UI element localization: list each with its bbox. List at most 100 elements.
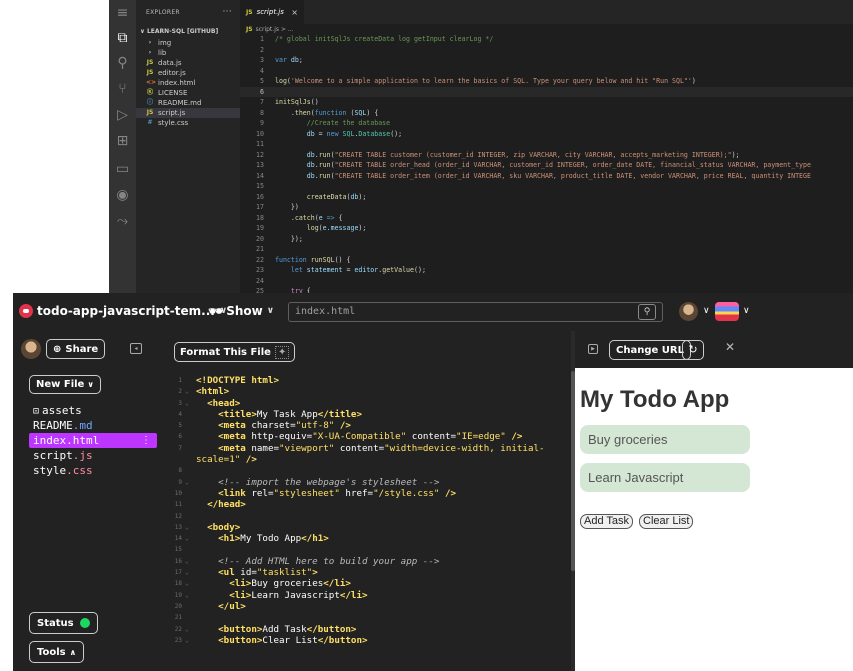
code-line[interactable]: 4 [240, 66, 853, 77]
code-line[interactable]: 23 ⌄ <button>Clear List</button> [166, 635, 566, 646]
code-line[interactable]: 9 ⌄ <!-- import the webpage's stylesheet … [166, 477, 566, 488]
collapse-sidebar-icon[interactable]: ◂ [130, 343, 142, 354]
explorer-file[interactable]: JS script.js [136, 108, 240, 118]
code-line[interactable]: 1 <!DOCTYPE html> [166, 375, 566, 386]
project-menu[interactable]: todo-app-javascript-tem... ∨ [19, 304, 227, 318]
search-icon[interactable]: ⚲ [113, 54, 132, 73]
remote-explorer-icon[interactable]: ▭ [113, 160, 132, 179]
fold-chevron-icon[interactable]: ⌄ [185, 386, 189, 397]
glitch-logo-icon[interactable] [715, 302, 739, 321]
clear-list-button[interactable]: Clear List [639, 514, 694, 529]
code-line[interactable]: 16 createData(db); [240, 192, 853, 203]
explorer-file[interactable]: JS data.js [136, 58, 240, 68]
code-line[interactable]: 24 [240, 276, 853, 287]
code-line[interactable]: 18 ⌄ <li>Buy groceries</li> [166, 578, 566, 589]
code-line[interactable]: 20 }); [240, 234, 853, 245]
code-line[interactable]: 22 ⌄ <button>Add Task</button> [166, 624, 566, 635]
fold-chevron-icon[interactable]: ⌄ [185, 624, 189, 635]
share-button[interactable]: ⊕ Share [46, 339, 106, 359]
close-icon[interactable]: × [291, 8, 298, 17]
sidebar-file-item[interactable]: script.js [29, 448, 157, 463]
code-line[interactable]: 16 ⌄ <!-- Add HTML here to build your app… [166, 556, 566, 567]
code-line[interactable]: 3 ⌄ <head> [166, 398, 566, 409]
explorer-file[interactable]: <> index.html [136, 78, 240, 88]
code-line[interactable]: 19 ⌄ <li>Learn Javascript</li> [166, 590, 566, 601]
code-line[interactable]: 11 [240, 139, 853, 150]
code-line[interactable]: 6 [240, 86, 853, 97]
explorer-file[interactable]: › img [136, 38, 240, 48]
explorer-file[interactable]: ⓘ README.md [136, 98, 240, 108]
chevron-down-icon[interactable]: ∨ [703, 306, 710, 316]
code-line[interactable]: 13 ⌄ <body> [166, 522, 566, 533]
close-icon[interactable]: ✕ [725, 340, 735, 354]
code-line[interactable]: 7 initSqlJs() [240, 97, 853, 108]
change-url-button[interactable]: Change URL [609, 340, 691, 360]
github-icon[interactable]: ◉ [113, 186, 132, 205]
code-editor[interactable]: 1 <!DOCTYPE html> 2 ⌄ <html> 3 ⌄ <head> 4 <titl… [166, 375, 566, 671]
sidebar-file-item[interactable]: README.md [29, 418, 157, 433]
sidebar-file-item[interactable]: ⊡ assets [29, 403, 157, 418]
fold-chevron-icon[interactable]: ⌄ [185, 398, 189, 409]
tab-script-js[interactable]: JS script.js × [240, 0, 304, 24]
code-editor[interactable]: 1 /* global initSqlJs createData log getI… [240, 34, 853, 297]
code-line[interactable]: 5 log('Welcome to a simple application to… [240, 76, 853, 87]
code-line[interactable]: 23 let statement = editor.getValue(); [240, 265, 853, 276]
user-avatar[interactable] [679, 302, 698, 321]
code-line[interactable]: 21 [240, 244, 853, 255]
code-line[interactable]: 17 ⌄ <ul id="tasklist"> [166, 567, 566, 578]
show-menu[interactable]: 🕶 Show ∨ [208, 304, 274, 318]
code-line[interactable]: 19 log(e.message); [240, 223, 853, 234]
refresh-icon[interactable]: ↻ [682, 340, 704, 360]
code-line[interactable]: 15 [166, 544, 566, 555]
add-task-button[interactable]: Add Task [580, 514, 634, 529]
code-line[interactable]: 8 [166, 465, 566, 476]
code-line[interactable]: 9 //Create the database [240, 118, 853, 129]
preview-pane-icon[interactable]: ▶ [588, 344, 598, 354]
code-line[interactable]: 14 db.run("CREATE TABLE order_item (orde… [240, 171, 853, 182]
code-line[interactable]: 6 <meta http-equiv="X-UA-Compatible" con… [166, 431, 566, 442]
fold-chevron-icon[interactable]: ⌄ [185, 590, 189, 601]
code-line[interactable]: 20 </ul> [166, 601, 566, 612]
fold-chevron-icon[interactable]: ⌄ [185, 477, 189, 488]
file-search-input[interactable]: index.html [288, 302, 663, 322]
explorer-file[interactable]: Ⓚ LICENSE [136, 88, 240, 98]
fold-chevron-icon[interactable]: ⌄ [185, 567, 189, 578]
live-share-icon[interactable]: ⤳ [113, 212, 132, 231]
explorer-icon[interactable]: ⧉ [113, 29, 132, 48]
code-line[interactable]: 12 db.run("CREATE TABLE customer (custom… [240, 150, 853, 161]
source-control-icon[interactable]: ⑂ [113, 80, 132, 99]
code-line[interactable]: scale=1" /> [166, 454, 566, 465]
explorer-more-icon[interactable]: ··· [223, 7, 232, 17]
code-line[interactable]: 5 <meta charset="utf-8" /> [166, 420, 566, 431]
code-line[interactable]: 2 [240, 45, 853, 56]
fold-chevron-icon[interactable]: ⌄ [185, 578, 189, 589]
code-line[interactable]: 17 }) [240, 202, 853, 213]
new-file-button[interactable]: New File ∨ [29, 375, 101, 394]
code-line[interactable]: 13 db.run("CREATE TABLE order_head (orde… [240, 160, 853, 171]
tools-button[interactable]: Tools ∧ [29, 641, 85, 663]
menu-icon[interactable]: ≡ [113, 4, 132, 23]
fold-chevron-icon[interactable]: ⌄ [185, 533, 189, 544]
explorer-file[interactable]: JS editor.js [136, 68, 240, 78]
code-line[interactable]: 2 ⌄ <html> [166, 386, 566, 397]
chevron-down-icon[interactable]: ∨ [743, 306, 750, 316]
code-line[interactable]: 1 /* global initSqlJs createData log getI… [240, 34, 853, 45]
code-line[interactable]: 15 [240, 181, 853, 192]
search-icon[interactable]: ⚲ [638, 304, 656, 320]
code-line[interactable]: 8 .then(function (SQL) { [240, 108, 853, 119]
code-line[interactable]: 7 <meta name="viewport" content="width=d… [166, 443, 566, 454]
code-line[interactable]: 10 db = new SQL.Database(); [240, 129, 853, 140]
code-line[interactable]: 10 <link rel="stylesheet" href="/style.c… [166, 488, 566, 499]
sidebar-file-item[interactable]: style.css [29, 463, 157, 478]
code-line[interactable]: 14 ⌄ <h1>My Todo App</h1> [166, 533, 566, 544]
avatar[interactable] [21, 339, 41, 359]
code-line[interactable]: 22 function runSQL() { [240, 255, 853, 266]
code-line[interactable]: 18 .catch(e => { [240, 213, 853, 224]
explorer-file[interactable]: › lib [136, 48, 240, 58]
code-line[interactable]: 11 </head> [166, 499, 566, 510]
extensions-icon[interactable]: ⊞ [113, 132, 132, 151]
run-debug-icon[interactable]: ▷ [113, 106, 132, 125]
code-line[interactable]: 12 [166, 511, 566, 522]
project-folder[interactable]: ∨ LEARN-SQL [GITHUB] [136, 24, 240, 38]
file-options-icon[interactable]: ⋮ [141, 433, 151, 448]
